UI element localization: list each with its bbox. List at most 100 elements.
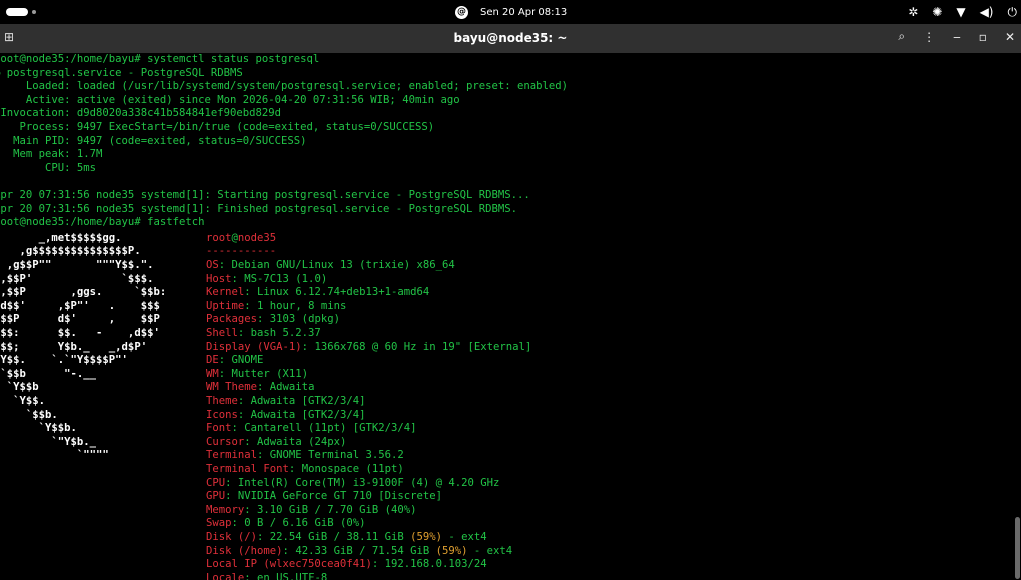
fastfetch-value: Adwaita [GTK2/3/4]	[250, 395, 366, 407]
fastfetch-suffix: - ext4	[442, 531, 487, 543]
terminal-line: root@node35:/home/bayu# systemctl status…	[0, 53, 320, 65]
datetime[interactable]: Sen 20 Apr 08:13	[480, 7, 567, 18]
fastfetch-row: GPU: NVIDIA GeForce GT 710 [Discrete]	[206, 490, 443, 503]
logo-line: $$P d$' , $$P	[0, 313, 160, 326]
fastfetch-percent: (59%)	[435, 544, 468, 557]
logo-line: `"Y$b._	[0, 435, 97, 448]
window-controls: ⌕ ⋮ ‒ ▫ ✕	[898, 29, 1015, 44]
volume-icon[interactable]: ◀)	[980, 5, 994, 19]
fastfetch-key: Font	[206, 422, 232, 435]
logo-line: ,$$P' `$$$.	[0, 272, 154, 285]
fastfetch-key: Memory	[206, 503, 245, 516]
fastfetch-row: Terminal: GNOME Terminal 3.56.2	[206, 449, 404, 462]
terminal-line: Apr 20 07:31:56 node35 systemd[1]: Start…	[0, 188, 530, 201]
fastfetch-user: root	[206, 231, 232, 244]
workspace-indicator-active[interactable]	[6, 8, 28, 16]
fastfetch-key: Kernel	[206, 286, 245, 299]
logo-line: `Y$$b	[6, 381, 39, 394]
fastfetch-value: GNOME Terminal 3.56.2	[269, 449, 404, 462]
terminal-line: Invocation: d9d8020a338c41b584841ef90ebd…	[0, 107, 282, 120]
maximize-button[interactable]: ▫	[979, 30, 987, 44]
fastfetch-row: Terminal Font: Monospace (11pt)	[206, 463, 404, 475]
logo-line: `$$b "-.__	[0, 367, 97, 380]
fastfetch-percent: (0%)	[339, 517, 366, 530]
fastfetch-key: WM Theme	[206, 381, 258, 394]
window-title: bayu@node35: ~	[453, 31, 568, 45]
minimize-button[interactable]: ‒	[953, 30, 961, 44]
terminal-lines: root@node35:/home/bayu# systemctl status…	[0, 53, 568, 230]
fastfetch-value: Intel(R) Core(TM) i3-9100F (4) @ 4.20 GH…	[237, 476, 500, 489]
fastfetch-row: Local IP (wlxec750cea0f41): 192.168.0.10…	[206, 558, 487, 571]
fastfetch-key: Locale	[206, 571, 245, 580]
fastfetch-value: 1366x768 @ 60 Hz in 19" [External]	[314, 340, 532, 353]
fastfetch-row: WM: Mutter (X11)	[206, 367, 309, 380]
fastfetch-row: Locale: en_US.UTF-8	[206, 572, 327, 580]
fastfetch-value: Adwaita [GTK2/3/4]	[250, 408, 366, 421]
fastfetch-key: Uptime	[206, 299, 245, 312]
logo-line: `Y$$.	[13, 395, 46, 407]
fastfetch-row: Memory: 3.10 GiB / 7.70 GiB (40%)	[206, 503, 417, 516]
fastfetch-value: 0 B / 6.16 GiB	[244, 517, 334, 530]
fastfetch-value: 3.10 GiB / 7.70 GiB	[257, 503, 379, 516]
terminal-line: ● postgresql.service - PostgreSQL RDBMS	[0, 66, 243, 79]
fastfetch-value: Linux 6.12.74+deb13+1-amd64	[257, 286, 430, 299]
logo-line: ,g$$P"" """Y$$.".	[0, 259, 154, 271]
logo-line: $$; Y$b._ _,d$P'	[0, 340, 148, 353]
menu-icon[interactable]: ⋮	[923, 30, 935, 44]
clock-area[interactable]: @ Sen 20 Apr 08:13	[455, 5, 567, 19]
close-button[interactable]: ✕	[1005, 30, 1015, 44]
wifi-icon[interactable]: ▼	[956, 5, 965, 19]
fastfetch-value: Adwaita	[269, 381, 315, 394]
fastfetch-value: Mutter (X11)	[231, 367, 309, 380]
fastfetch-value: GNOME	[231, 354, 264, 367]
fastfetch-value: MS-7C13 (1.0)	[244, 272, 328, 285]
fastfetch-value: 22.54 GiB / 38.11 GiB	[269, 531, 404, 543]
fastfetch-key: WM	[206, 367, 219, 380]
fastfetch-row: Kernel: Linux 6.12.74+deb13+1-amd64	[206, 286, 430, 299]
fastfetch-row: DE: GNOME	[206, 354, 264, 367]
fastfetch-value: en_US.UTF-8	[257, 571, 328, 580]
fastfetch-row: Display (VGA-1): 1366x768 @ 60 Hz in 19"…	[206, 340, 532, 353]
fastfetch-key: Shell	[206, 327, 238, 339]
fastfetch-value: bash 5.2.37	[250, 327, 321, 339]
terminal-line: CPU: 5ms	[0, 161, 97, 174]
fastfetch-row: Icons: Adwaita [GTK2/3/4]	[206, 408, 366, 421]
fastfetch-key: Disk (/)	[206, 531, 258, 543]
fastfetch-key: Theme	[206, 395, 238, 407]
fastfetch-key: GPU	[206, 490, 226, 503]
fastfetch-row: Uptime: 1 hour, 8 mins	[206, 299, 347, 312]
logo-line: ,g$$$$$$$$$$$$$$$P.	[0, 245, 141, 258]
system-tray[interactable]: ✲ ✺ ▼ ◀) ⏻	[908, 4, 1017, 20]
logo-line: `""""	[0, 449, 109, 462]
fastfetch-row: Packages: 3103 (dpkg)	[206, 313, 340, 326]
fastfetch-row: Shell: bash 5.2.37	[206, 327, 321, 339]
scrollbar[interactable]	[1015, 517, 1020, 579]
fastfetch-key: Local IP (wlxec750cea0f41)	[206, 558, 372, 571]
terminal-output[interactable]: root@node35:/home/bayu# systemctl status…	[0, 53, 1021, 580]
logo-line: _,met$$$$$gg.	[0, 231, 122, 244]
fastfetch-host: node35	[237, 231, 277, 244]
logo-line: `Y$$b.	[0, 422, 77, 435]
search-icon[interactable]: ⌕	[898, 29, 905, 44]
fastfetch-key: Host	[206, 272, 232, 285]
workspace-indicator[interactable]	[32, 10, 36, 14]
fastfetch-value: NVIDIA GeForce GT 710 [Discrete]	[237, 490, 443, 503]
fastfetch-value: 1 hour, 8 mins	[257, 299, 347, 312]
window-titlebar: ⊞ bayu@node35: ~ ⌕ ⋮ ‒ ▫ ✕	[0, 24, 1021, 53]
fastfetch-key: Display (VGA-1)	[206, 340, 302, 353]
fastfetch-key: Swap	[206, 517, 232, 530]
terminal-line: Apr 20 07:31:56 node35 systemd[1]: Finis…	[0, 202, 517, 215]
terminal-line: Active: active (exited) since Mon 2026-0…	[0, 93, 460, 106]
terminal-line: Process: 9497 ExecStart=/bin/true (code=…	[0, 120, 435, 133]
fastfetch-value: Cantarell (11pt) [GTK2/3/4]	[244, 422, 417, 435]
fastfetch-header: root@node35	[206, 232, 276, 246]
fastfetch-separator: -----------	[206, 245, 277, 258]
logo-line: `d$$' ,$P"' . $$$	[0, 299, 160, 312]
brightness-icon[interactable]: ✲	[908, 5, 918, 19]
logo-line: ',$$P ,ggs. `$$b:	[0, 286, 167, 299]
night-light-icon[interactable]: ✺	[932, 5, 942, 19]
power-icon[interactable]: ⏻	[1008, 5, 1018, 20]
fastfetch-key: OS	[206, 259, 219, 271]
fastfetch-percent: (40%)	[384, 503, 417, 516]
fastfetch-value: 3103 (dpkg)	[269, 313, 340, 326]
